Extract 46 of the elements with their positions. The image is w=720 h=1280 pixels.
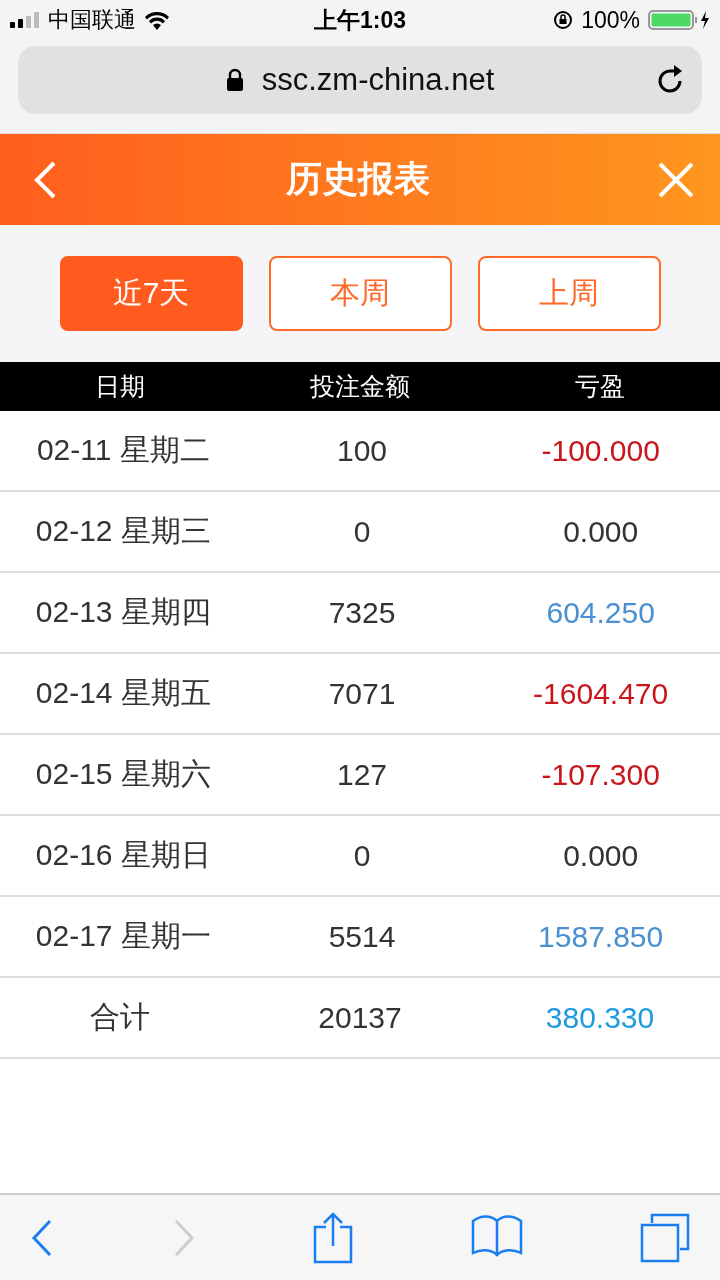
table-cell-text: 380.330 [544,1000,656,1035]
table-cell-text: 20137 [317,1000,403,1035]
table-cell-text: 02-12 星期三 [34,513,212,549]
table-cell-text: -100.000 [540,433,661,468]
table-cell-text: -107.300 [540,757,661,792]
table-cell-text: 0.000 [562,838,640,873]
column-header: 日期 [94,371,146,402]
table-cell-text: 合计 [89,999,151,1035]
table-cell-text: 02-13 星期四 [34,594,212,630]
battery-charging-icon [648,9,710,31]
clock-time: 上午1:03 [314,5,406,35]
table-cell-text: 0 [352,514,372,549]
table-cell-text: 02-14 星期五 [34,675,212,711]
column-header: 投注金额 [309,371,411,402]
table-cell-text: -1604.470 [532,676,670,711]
period-tab[interactable]: 本周 [268,256,452,331]
share-icon[interactable] [313,1211,353,1264]
table-cell-text: 0 [352,838,372,873]
table-cell-text: 127 [335,757,389,792]
table-cell-text: 02-15 星期六 [34,756,212,792]
url-text: ssc.zm-china.net [261,62,495,98]
period-tab[interactable]: 近7天 [59,256,243,331]
signal-icon [10,12,40,28]
battery-percent: 100% [581,6,640,34]
close-icon[interactable] [658,161,694,198]
table-cell-text: 02-16 星期日 [34,837,212,873]
table-cell-text: 5514 [327,919,397,954]
tabs-icon[interactable] [640,1212,690,1263]
table-cell-text: 604.250 [545,595,656,630]
carrier-name: 中国联通 [48,6,136,34]
back-icon[interactable] [30,1218,54,1257]
rotation-lock-icon [553,10,574,30]
lock-icon [225,68,244,92]
wifi-icon [144,10,170,30]
table-cell-text: 0.000 [562,514,640,549]
back-icon[interactable] [32,159,58,200]
column-header: 亏盈 [574,371,626,402]
table-cell-text: 100 [335,433,389,468]
period-tab[interactable]: 上周 [477,256,661,331]
table-cell-text: 02-17 星期一 [34,918,212,954]
table-cell-text: 02-11 星期二 [35,432,211,468]
page-title: 历史报表 [286,157,430,201]
table-cell-text: 1587.850 [537,919,665,954]
address-bar[interactable]: ssc.zm-china.net [18,46,702,114]
table-cell-text: 7071 [327,676,397,711]
table-cell-text: 7325 [327,595,397,630]
